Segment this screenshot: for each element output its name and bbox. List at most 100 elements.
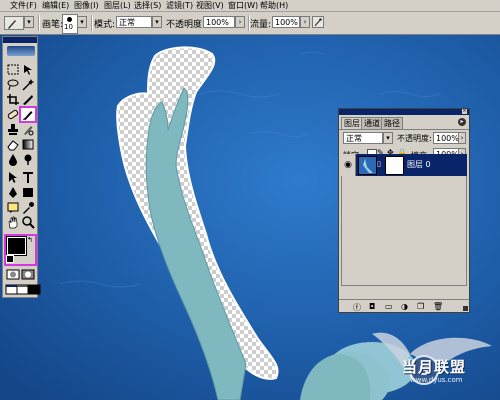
swap-colors-icon[interactable]: ↰ (27, 236, 33, 244)
layer-style-button[interactable]: ⓕ (353, 302, 361, 313)
new-layer-button[interactable]: ❐ (417, 302, 424, 311)
tab-layers[interactable]: 图层 (341, 117, 363, 129)
flow-label: 流量: (250, 20, 272, 30)
eyedropper-tool[interactable] (21, 201, 35, 214)
mode-label: 模式: (94, 20, 116, 30)
screen-mode-full-menu[interactable] (16, 283, 30, 296)
magic-wand-icon (22, 79, 34, 91)
palette-close-button[interactable]: × (462, 109, 467, 114)
quick-mask-icon (21, 269, 35, 280)
lasso-tool[interactable] (6, 78, 20, 91)
menu-image[interactable]: 图像(I) (74, 0, 99, 11)
move-icon (24, 65, 32, 75)
brush-preview[interactable]: 10 (62, 14, 78, 34)
color-swatches: ↰ (4, 234, 37, 266)
new-set-button[interactable]: ▭ (385, 302, 393, 311)
toolbox-logo (7, 46, 35, 56)
standard-mode-button[interactable] (6, 268, 20, 281)
brush-label: 画笔: (42, 20, 64, 30)
toolbox-title-bar[interactable] (3, 37, 37, 43)
screen-mode-standard[interactable] (5, 283, 19, 296)
crop-icon (7, 94, 19, 105)
zoom-icon (22, 216, 35, 229)
bandage-icon (7, 109, 19, 120)
layer-mask-thumbnail[interactable] (385, 156, 404, 175)
pen-tool[interactable] (6, 186, 20, 199)
crop-tool[interactable] (6, 93, 20, 106)
shape-tool[interactable] (21, 186, 35, 199)
layer-row-layer0[interactable]: ◉ ▯ 图层 0 (341, 154, 467, 176)
tab-paths[interactable]: 路径 (381, 117, 403, 129)
slice-tool[interactable] (21, 93, 35, 106)
dodge-icon (24, 154, 32, 165)
blend-mode-select[interactable]: 正常 (343, 132, 383, 144)
brush-size: 10 (64, 23, 73, 31)
flow-dropdown[interactable]: › (300, 16, 310, 28)
healing-brush-tool[interactable] (6, 108, 20, 121)
opacity-field[interactable]: 100% (203, 16, 235, 28)
layer-opacity-dropdown[interactable]: › (458, 132, 466, 144)
menu-edit[interactable]: 编辑(E) (42, 0, 69, 11)
opacity-dropdown[interactable]: › (235, 16, 245, 28)
history-brush-tool[interactable] (21, 123, 35, 136)
type-tool[interactable] (21, 171, 35, 184)
zoom-tool[interactable] (21, 216, 35, 229)
menu-window[interactable]: 窗口(W) (228, 0, 258, 11)
slice-icon (23, 95, 33, 105)
window-icon (27, 284, 41, 295)
menu-bar: 文件(F) 编辑(E) 图像(I) 图层(L) 选择(S) 滤镜(T) 视图(V… (0, 0, 500, 12)
eyedropper-icon (23, 202, 34, 214)
resize-grip[interactable] (463, 306, 468, 311)
note-icon (7, 202, 19, 213)
mode-dropdown[interactable]: ▾ (152, 16, 162, 28)
brush-icon (8, 20, 16, 29)
hand-tool[interactable] (6, 216, 20, 229)
gradient-icon (22, 139, 34, 150)
blur-tool[interactable] (6, 153, 20, 166)
screen-mode-full[interactable] (27, 283, 41, 296)
gradient-tool[interactable] (21, 138, 35, 151)
quick-mask-button[interactable] (21, 268, 35, 281)
menu-filter[interactable]: 滤镜(T) (166, 0, 193, 11)
pen-icon (9, 187, 17, 198)
palette-title-bar[interactable] (339, 109, 469, 115)
menu-help[interactable]: 帮助(H) (260, 0, 288, 11)
link-icon[interactable]: ▯ (377, 160, 381, 168)
dodge-tool[interactable] (21, 153, 35, 166)
clone-stamp-tool[interactable] (6, 123, 20, 136)
notes-tool[interactable] (6, 201, 20, 214)
move-tool[interactable] (21, 63, 35, 76)
tab-channels[interactable]: 通道 (361, 117, 383, 129)
path-selection-tool[interactable] (6, 171, 20, 184)
foreground-color[interactable] (6, 236, 27, 256)
layer-opacity-field[interactable]: 100% (433, 132, 459, 144)
magic-wand-tool[interactable] (21, 78, 35, 91)
layers-palette: × 图层 通道 路径 ▸ 正常 ▾ 不透明度: 100% › 锁定: ✎ ✥ 🔒… (338, 108, 470, 313)
trash-icon[interactable]: 🗑 (433, 302, 443, 311)
layer-name[interactable]: 图层 0 (407, 159, 431, 170)
adjustment-layer-button[interactable]: ◑ (401, 302, 408, 311)
menu-layer[interactable]: 图层(L) (104, 0, 131, 11)
default-colors-icon[interactable] (6, 255, 14, 263)
airbrush-button[interactable] (312, 16, 324, 28)
tool-preset-picker[interactable] (4, 16, 24, 30)
flow-field[interactable]: 100% (272, 16, 300, 28)
brush-dot (67, 17, 72, 22)
blend-mode-dropdown[interactable]: ▾ (383, 132, 393, 144)
eraser-tool[interactable] (6, 138, 20, 151)
separator (91, 15, 93, 31)
marquee-icon (7, 64, 19, 75)
brush-tool[interactable] (19, 106, 37, 123)
mode-select[interactable]: 正常 (116, 16, 152, 28)
menu-view[interactable]: 视图(V) (196, 0, 224, 11)
marquee-tool[interactable] (6, 63, 20, 76)
separator (38, 15, 40, 31)
palette-menu-button[interactable]: ▸ (458, 118, 466, 126)
menu-file[interactable]: 文件(F) (10, 0, 37, 11)
eye-icon[interactable]: ◉ (341, 154, 356, 176)
arrow-icon (9, 172, 17, 183)
tool-preset-dropdown[interactable]: ▾ (24, 16, 34, 28)
add-mask-button[interactable]: ◘ (369, 302, 375, 311)
menu-select[interactable]: 选择(S) (134, 0, 161, 11)
brush-dropdown[interactable]: ▾ (77, 16, 87, 28)
